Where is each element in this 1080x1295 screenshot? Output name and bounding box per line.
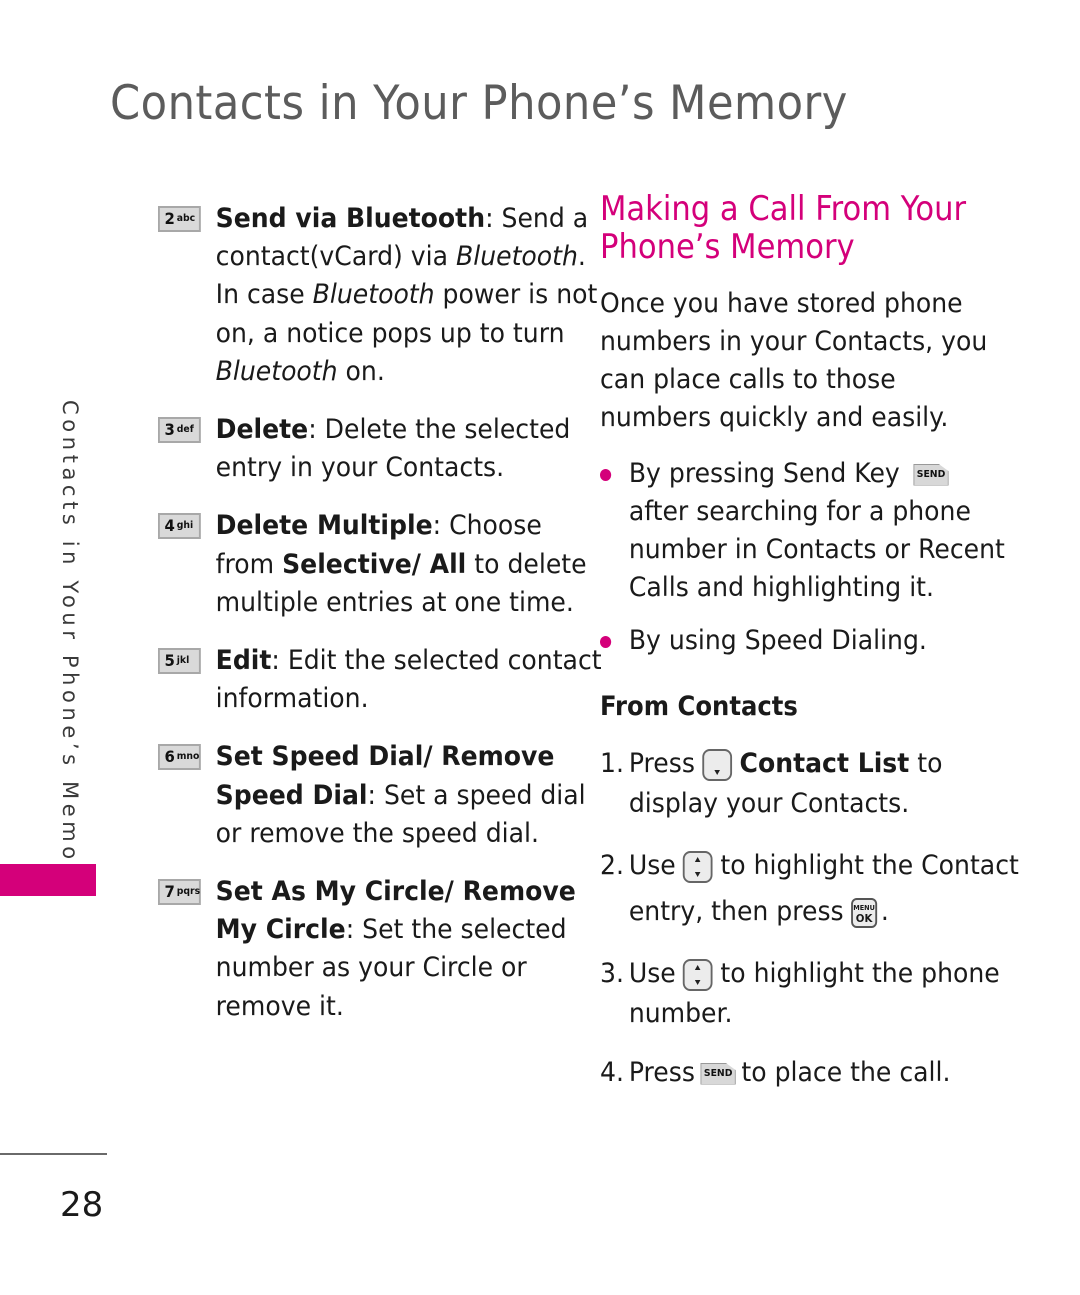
bullet-text: By using Speed Dialing.: [628, 625, 927, 656]
step-text: Press: [628, 748, 695, 779]
step-2: 2. Use to highlight the Contact entry, th…: [600, 843, 1029, 935]
step-number: 1.: [600, 748, 624, 779]
section-title: Making a Call From Your Phone’s Memory: [600, 189, 967, 267]
option-sep: :: [308, 414, 325, 446]
key-number: 5: [164, 651, 175, 671]
option-term: Edit: [215, 645, 272, 677]
side-tab-marker: [0, 864, 96, 896]
key-7-icon: 7 pqrs: [158, 879, 201, 906]
option-speed-dial: 6 mno Set Speed Dial/ Remove Speed Dial: …: [158, 738, 606, 853]
step-4: 4. Press SEND to place the call.: [600, 1053, 1029, 1093]
option-term: Delete: [215, 414, 309, 446]
step-3: 3. Use to highlight the phone number.: [600, 954, 1029, 1034]
send-key-icon: SEND: [700, 1062, 736, 1085]
option-text: on.: [337, 355, 385, 387]
option-italic: Bluetooth: [215, 355, 338, 387]
key-letters: jkl: [176, 655, 190, 667]
options-list: 2 abc Send via Bluetooth: Send a contact(…: [158, 200, 602, 1046]
key-letters: pqrs: [176, 886, 201, 898]
ok-label: OK: [855, 911, 873, 925]
key-letters: ghi: [176, 520, 194, 532]
step-text: to place the call.: [741, 1057, 951, 1088]
option-sep: :: [432, 510, 450, 542]
key-letters: def: [176, 424, 194, 436]
send-key-icon: SEND: [913, 463, 949, 486]
key-number: 3: [164, 420, 175, 440]
option-term: Send via Bluetooth: [215, 203, 486, 234]
option-send-via-bluetooth: 2 abc Send via Bluetooth: Send a contact(…: [158, 200, 606, 391]
option-term: Delete Multiple: [215, 510, 433, 542]
bullet-icon: [600, 636, 612, 648]
key-4-icon: 4 ghi: [158, 513, 201, 540]
bullet-icon: [600, 469, 612, 481]
side-tab-label: Contacts in Your Phone’s Memory: [58, 400, 82, 894]
option-delete: 3 def Delete: Delete the selected entry i…: [158, 411, 606, 487]
step-text: Press: [628, 1057, 695, 1088]
menu-ok-key-icon: MENU OK: [851, 897, 878, 928]
key-number: 7: [164, 882, 175, 902]
section-intro: Once you have stored phone numbers in yo…: [600, 288, 988, 433]
option-sep: :: [345, 914, 363, 946]
option-my-circle: 7 pqrs Set As My Circle/ Remove My Circle…: [158, 873, 606, 1026]
list-item: By pressing Send Key SEND after searchin…: [600, 455, 1019, 607]
menu-label: MENU: [853, 903, 875, 912]
bullet-text: after searching for a phone number in Co…: [628, 496, 1005, 603]
step-text: Use: [628, 958, 676, 989]
step-number: 3.: [600, 958, 624, 989]
key-3-icon: 3 def: [158, 417, 201, 444]
key-number: 4: [164, 516, 175, 536]
option-sep: :: [485, 203, 502, 234]
list-item: By using Speed Dialing.: [600, 622, 1019, 660]
step-1: 1. Press Contact List to display your Con…: [600, 744, 1029, 824]
nav-down-key-icon: [702, 748, 733, 781]
step-text: .: [880, 896, 889, 927]
subheading-from-contacts: From Contacts: [600, 691, 798, 722]
bullet-text: By pressing Send Key: [628, 458, 900, 489]
step-bold: Contact List: [739, 748, 910, 779]
nav-up-down-key-icon: [683, 850, 713, 883]
option-italic: Bluetooth: [456, 241, 578, 273]
key-5-icon: 5 jkl: [158, 648, 201, 675]
key-6-icon: 6 mno: [158, 744, 201, 771]
step-text: Use: [628, 850, 676, 881]
page-number: 28: [60, 1185, 104, 1225]
step-number: 4.: [600, 1057, 624, 1088]
option-edit: 5 jkl Edit: Edit the selected contact inf…: [158, 642, 606, 718]
option-italic: Bluetooth: [312, 279, 435, 311]
option-delete-multiple: 4 ghi Delete Multiple: Choose from Select…: [158, 507, 606, 622]
method-list: By pressing Send Key SEND after searchin…: [600, 455, 1020, 660]
option-sep: :: [271, 645, 288, 677]
key-number: 2: [164, 209, 175, 228]
option-sep: :: [367, 779, 384, 811]
key-number: 6: [164, 747, 175, 767]
step-number: 2.: [600, 850, 624, 881]
option-bold: Selective/ All: [282, 548, 467, 580]
key-2-icon: 2 abc: [158, 206, 201, 232]
page-title: Contacts in Your Phone’s Memory: [110, 76, 848, 131]
making-call-section: Making a Call From Your Phone’s Memory O…: [600, 190, 1020, 1112]
key-letters: mno: [176, 751, 200, 763]
key-letters: abc: [176, 213, 196, 224]
footer-rule: [0, 1153, 107, 1155]
nav-up-down-key-icon: [683, 958, 713, 991]
